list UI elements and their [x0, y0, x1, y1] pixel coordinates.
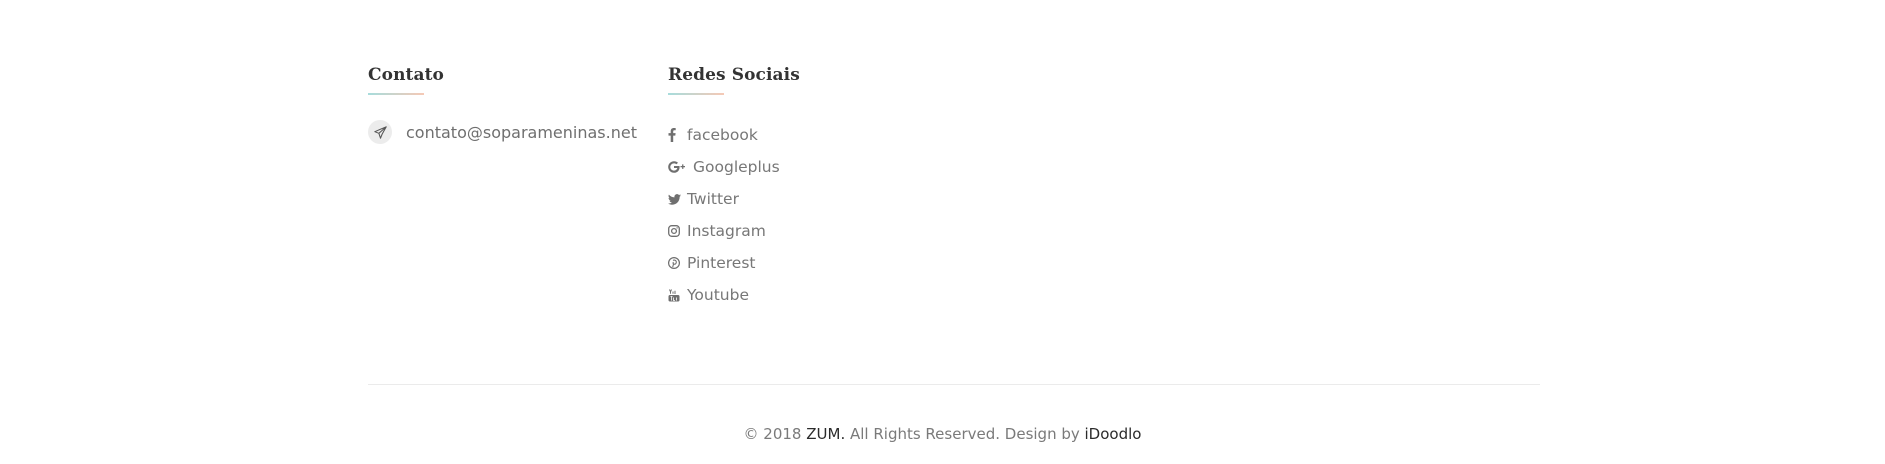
contact-title: Contato: [368, 65, 444, 85]
footer-divider: [368, 384, 1540, 385]
contact-title-underline: [368, 93, 424, 95]
contact-email-row[interactable]: contato@soparameninas.net: [368, 120, 648, 144]
youtube-icon: [668, 287, 686, 303]
social-item-twitter[interactable]: Twitter: [668, 183, 948, 215]
social-list: facebook Googleplus Twitter Instagram Pi…: [668, 119, 948, 311]
social-widget: Redes Sociais facebook Googleplus Twitte…: [668, 64, 948, 311]
social-item-youtube[interactable]: Youtube: [668, 279, 948, 311]
designer-link[interactable]: iDoodlo: [1085, 425, 1142, 443]
instagram-icon: [668, 223, 686, 239]
google-plus-icon: [668, 159, 692, 175]
brand-name: ZUM.: [806, 425, 846, 443]
site-footer: Contato contato@soparameninas.net Redes …: [0, 0, 1885, 464]
contact-email-link[interactable]: contato@soparameninas.net: [406, 123, 637, 142]
social-title-underline: [668, 93, 724, 95]
social-item-instagram[interactable]: Instagram: [668, 215, 948, 247]
social-label-facebook[interactable]: facebook: [687, 126, 758, 144]
copyright-prefix: © 2018: [743, 425, 807, 443]
copyright-line: © 2018 ZUM. All Rights Reserved. Design …: [0, 425, 1885, 443]
social-label-twitter[interactable]: Twitter: [687, 190, 739, 208]
paper-plane-icon: [368, 120, 392, 144]
copyright-middle: All Rights Reserved. Design by: [845, 425, 1085, 443]
facebook-icon: [668, 127, 686, 143]
social-label-instagram[interactable]: Instagram: [687, 222, 766, 240]
twitter-icon: [668, 191, 686, 207]
social-item-pinterest[interactable]: Pinterest: [668, 247, 948, 279]
social-item-googleplus[interactable]: Googleplus: [668, 151, 948, 183]
social-title: Redes Sociais: [668, 65, 800, 85]
contact-widget: Contato contato@soparameninas.net: [368, 64, 648, 144]
social-label-youtube[interactable]: Youtube: [687, 286, 749, 304]
social-label-googleplus[interactable]: Googleplus: [693, 158, 780, 176]
pinterest-icon: [668, 255, 686, 271]
social-item-facebook[interactable]: facebook: [668, 119, 948, 151]
social-label-pinterest[interactable]: Pinterest: [687, 254, 755, 272]
